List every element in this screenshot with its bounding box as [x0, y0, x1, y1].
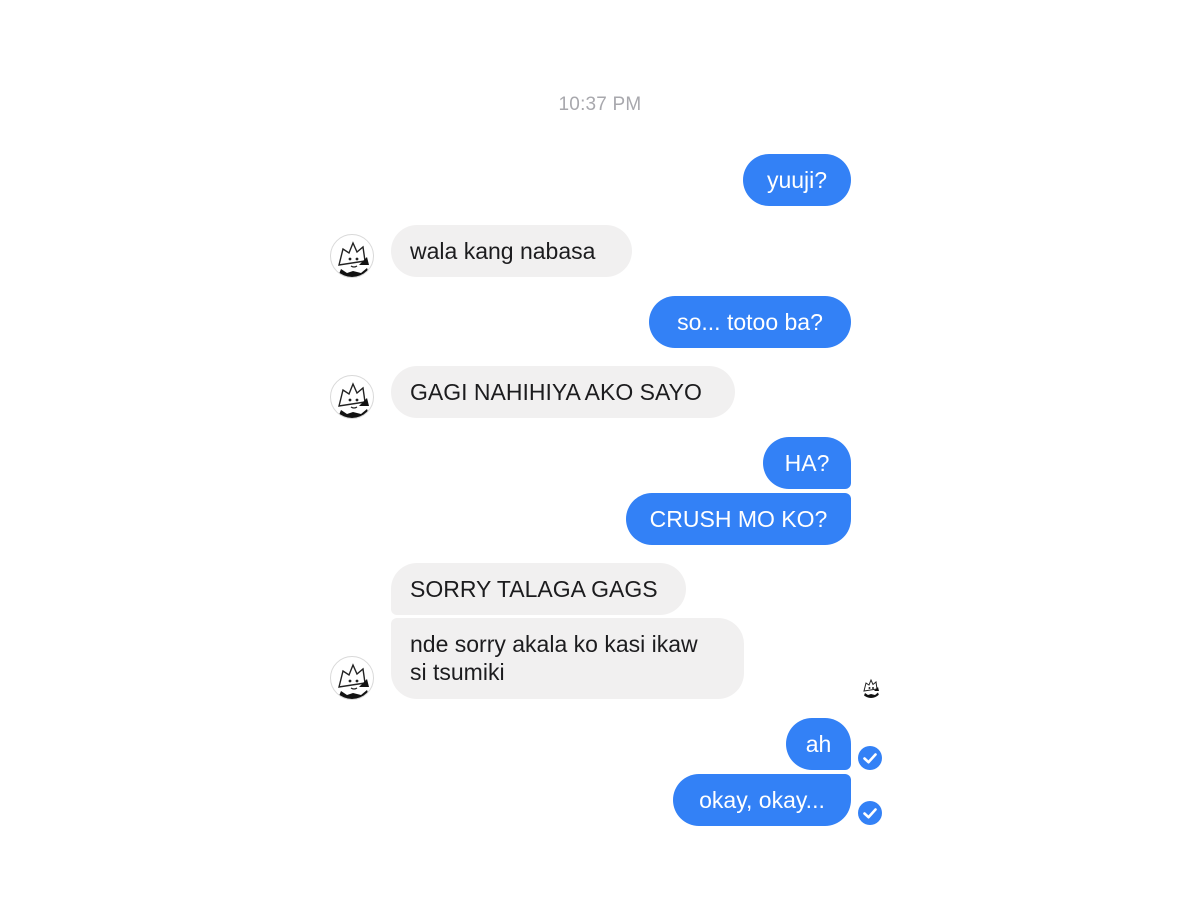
contact-avatar[interactable]	[330, 234, 374, 278]
message-text-line: nde sorry akala ko kasi ikaw	[410, 631, 698, 657]
outgoing-message[interactable]: HA?	[763, 437, 851, 489]
outgoing-message[interactable]: yuuji?	[743, 154, 851, 206]
message-text-line: si tsumiki	[410, 659, 505, 685]
checkmark-circle-icon	[858, 801, 882, 825]
incoming-message[interactable]: wala kang nabasa	[391, 225, 632, 277]
outgoing-message[interactable]: so... totoo ba?	[649, 296, 851, 348]
manga-avatar-icon	[337, 241, 371, 277]
contact-avatar[interactable]	[330, 375, 374, 419]
message-text: GAGI NAHIHIYA AKO SAYO	[410, 379, 702, 405]
outgoing-message[interactable]: CRUSH MO KO?	[626, 493, 851, 545]
checkmark-circle-icon	[858, 746, 882, 770]
incoming-message[interactable]: nde sorry akala ko kasi ikaw si tsumiki	[391, 618, 744, 699]
outgoing-message[interactable]: ah	[786, 718, 851, 770]
contact-avatar[interactable]	[330, 656, 374, 700]
manga-avatar-icon	[337, 663, 371, 699]
chat-timestamp: 10:37 PM	[558, 94, 642, 115]
message-text: wala kang nabasa	[410, 238, 596, 264]
message-text: okay, okay...	[699, 787, 825, 813]
message-text: yuuji?	[766, 167, 828, 193]
incoming-message[interactable]: GAGI NAHIHIYA AKO SAYO	[391, 366, 735, 418]
message-text: so... totoo ba?	[677, 309, 823, 335]
incoming-message[interactable]: SORRY TALAGA GAGS	[391, 563, 686, 615]
message-text: HA?	[784, 450, 830, 476]
message-text: SORRY TALAGA GAGS	[410, 576, 658, 602]
outgoing-message[interactable]: okay, okay...	[673, 774, 851, 826]
message-text: ah	[805, 731, 832, 757]
manga-avatar-icon	[337, 382, 371, 418]
message-text: CRUSH MO KO?	[649, 506, 828, 532]
seen-avatar-icon	[860, 676, 882, 698]
